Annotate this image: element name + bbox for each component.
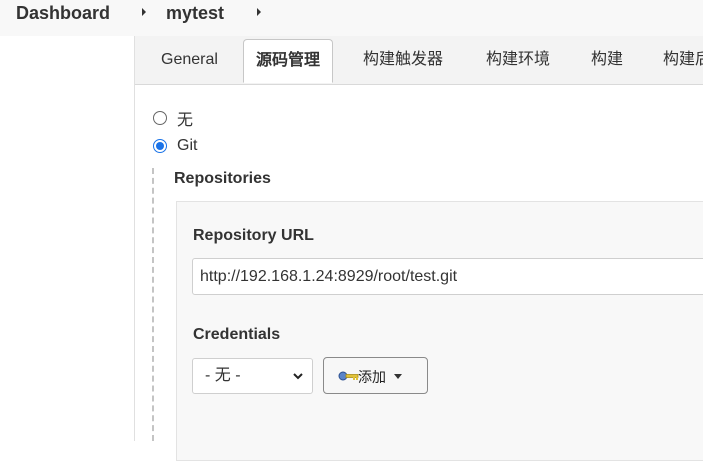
nested-section-guide <box>152 168 154 441</box>
repositories-label: Repositories <box>174 170 271 187</box>
caret-down-icon <box>394 374 402 379</box>
breadcrumb-menu-caret-icon[interactable] <box>257 8 261 16</box>
radio-none[interactable] <box>153 111 167 125</box>
scm-option-git[interactable]: Git <box>153 137 197 155</box>
breadcrumb: Dashboard mytest <box>0 0 703 36</box>
tab-source-code-management[interactable]: 源码管理 <box>243 39 334 83</box>
add-button-label: 添加 <box>358 369 386 385</box>
radio-git[interactable] <box>153 139 167 153</box>
radio-git-label: Git <box>177 137 198 154</box>
breadcrumb-dashboard-link[interactable]: Dashboard <box>16 3 110 24</box>
tab-post-build-actions[interactable]: 构建后操作 <box>663 36 703 84</box>
tab-build-triggers[interactable]: 构建触发器 <box>363 36 443 84</box>
chevron-down-icon <box>293 373 303 380</box>
credentials-selected-value: - 无 - <box>205 367 241 384</box>
credentials-label: Credentials <box>193 326 281 343</box>
radio-none-label: 无 <box>177 112 194 129</box>
scm-option-none[interactable]: 无 <box>153 106 193 130</box>
repository-url-label: Repository URL <box>193 227 314 244</box>
tab-build[interactable]: 构建 <box>591 36 623 84</box>
config-tab-bar: General 源码管理 构建触发器 构建环境 构建 构建后操作 <box>135 36 703 85</box>
sidebar <box>0 36 135 441</box>
breadcrumb-separator-icon[interactable] <box>142 8 146 16</box>
tab-build-environment[interactable]: 构建环境 <box>486 36 550 84</box>
repository-url-input[interactable]: http://192.168.1.24:8929/root/test.git <box>192 258 703 295</box>
key-icon <box>338 371 359 381</box>
tab-general[interactable]: General <box>161 36 218 84</box>
add-credentials-button[interactable]: 添加 <box>323 357 428 394</box>
credentials-select[interactable]: - 无 - <box>192 358 313 394</box>
breadcrumb-mytest-link[interactable]: mytest <box>166 3 224 24</box>
